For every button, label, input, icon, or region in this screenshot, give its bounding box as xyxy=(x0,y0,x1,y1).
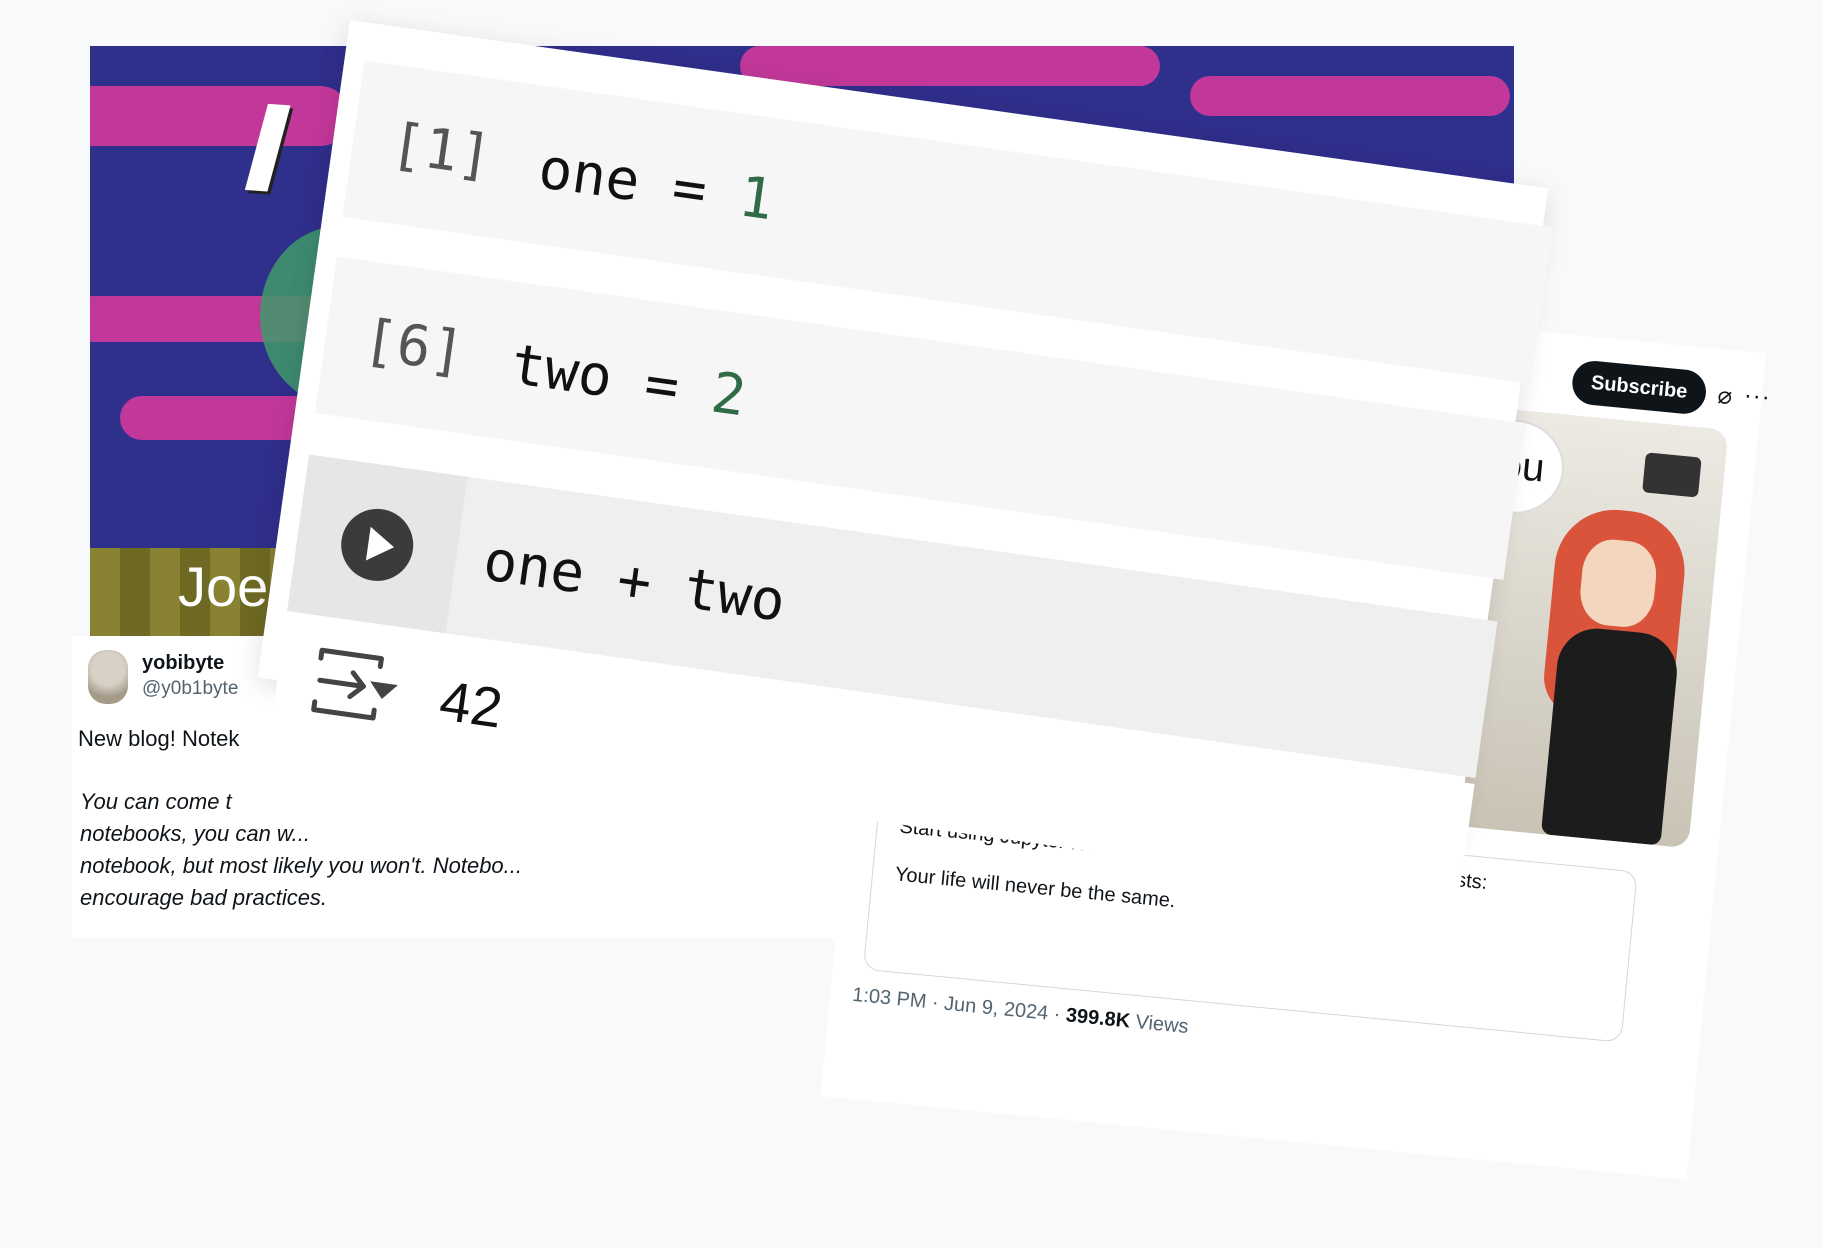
execution-count: [6] xyxy=(359,307,469,386)
cell-code[interactable]: two = 2 xyxy=(507,332,750,429)
more-options-icon[interactable]: ··· xyxy=(1743,382,1772,412)
output-value: 42 xyxy=(435,668,507,740)
subscribe-button[interactable]: Subscribe xyxy=(1570,359,1708,416)
avatar[interactable] xyxy=(88,650,128,704)
tweet-timestamp[interactable]: 1:03 PM · Jun 9, 2024 · xyxy=(851,984,1067,1026)
tweet-quote-line: notebook, but most likely you won't. Not… xyxy=(80,853,522,878)
tweet-handle[interactable]: @y0b1byte xyxy=(142,678,238,700)
tweet-quote-line: notebooks, you can w... xyxy=(80,821,310,846)
play-icon[interactable] xyxy=(336,504,418,586)
views-label: Views xyxy=(1134,1011,1190,1039)
views-count: 399.8K xyxy=(1064,1004,1132,1033)
tweet-text: New blog! Notek xyxy=(78,726,240,751)
tweet-quote: You can come t notebooks, you can w... n… xyxy=(80,786,522,914)
banner-author: Joe xyxy=(178,555,269,618)
tweet-quote-line: encourage bad practices. xyxy=(80,885,328,910)
output-toggle-icon[interactable] xyxy=(307,643,406,727)
cell-code[interactable]: one + two xyxy=(480,528,790,635)
quoted-tweet-line: Your life will never be the same. xyxy=(894,863,1177,913)
no-sign-icon[interactable]: ⌀ xyxy=(1716,381,1733,411)
tweet-display-name[interactable]: yobibyte xyxy=(142,652,224,675)
run-gutter xyxy=(287,454,468,634)
execution-count: [1] xyxy=(386,111,496,190)
cell-code[interactable]: one = 1 xyxy=(535,136,778,233)
tweet-quote-line: You can come t xyxy=(80,789,232,814)
